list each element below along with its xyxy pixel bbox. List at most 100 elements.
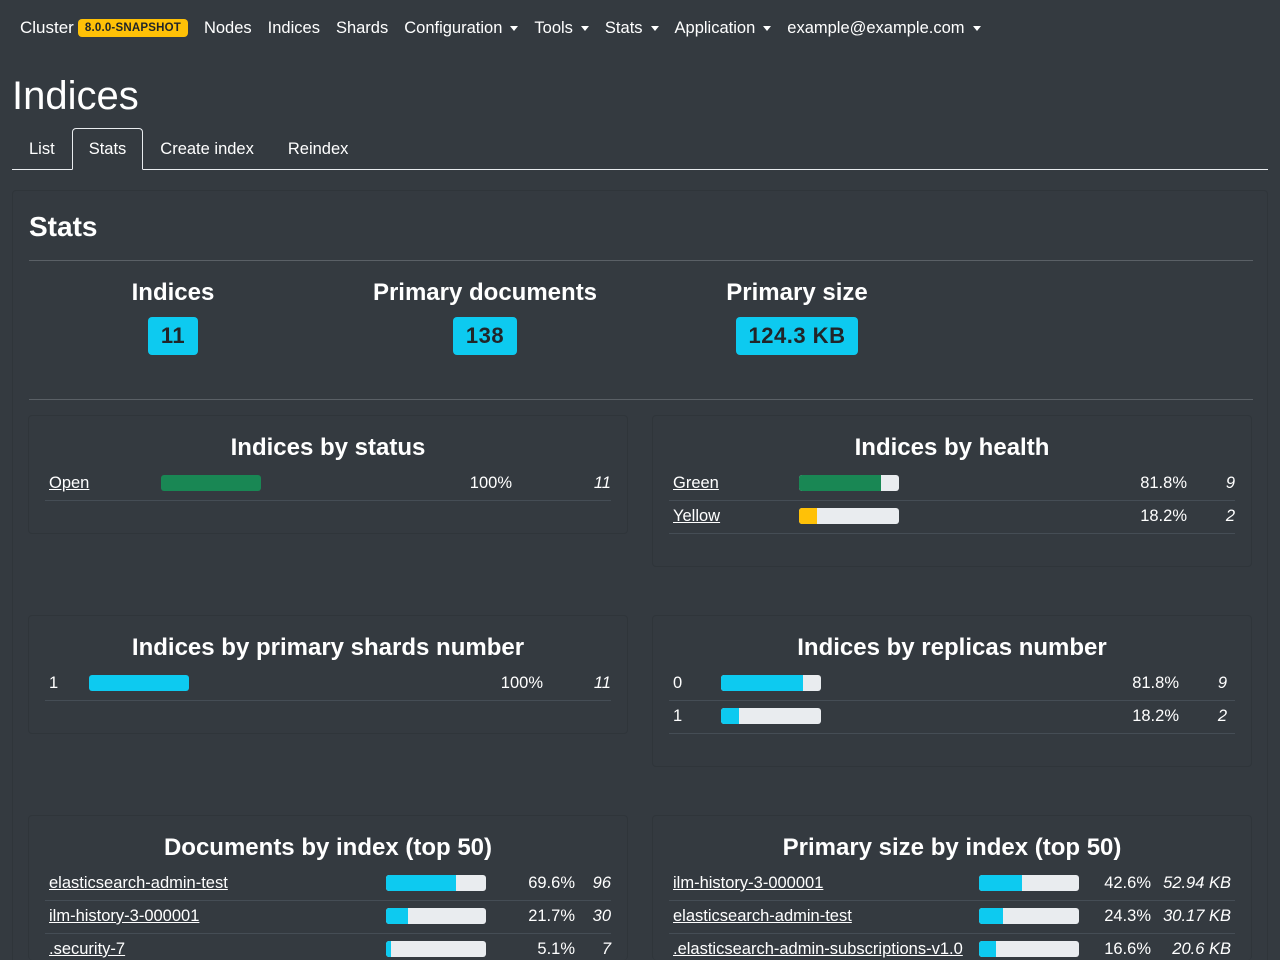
progress-bar [799,475,899,491]
stat-indices: Indices 11 [73,279,273,355]
distribution-list: ilm-history-3-000001 42.6% 52.94 KB elastic… [669,868,1235,960]
row-percent: 5.1% [537,940,575,958]
panel-title: Primary size by index (top 50) [782,834,1122,861]
panel-title: Indices by health [854,434,1050,461]
row-percent: 81.8% [1140,474,1187,492]
distribution-row: Yellow 18.2% 2 [669,501,1235,534]
row-count: 11 [593,474,611,492]
nav-label: Nodes [203,18,252,37]
row-link[interactable]: Open [49,474,89,493]
row-count: 30 [592,907,611,925]
tab-label: Create index [160,139,254,158]
distribution-row: elasticsearch-admin-test 69.6% 96 [45,868,611,901]
distribution-row: 1 100% 11 [45,668,611,701]
tab-reindex[interactable]: Reindex [271,128,366,170]
progress-bar [386,941,486,957]
progress-bar [386,875,486,891]
nav-dropdown-stats[interactable]: Stats [605,19,659,38]
row-count: 20.6 KB [1172,940,1231,958]
nav-label: Configuration [404,18,503,37]
progress-fill [721,708,740,724]
tab-label: List [29,139,55,158]
brand-label: Cluster [20,18,74,37]
distribution-list: 0 81.8% 9 1 18.2% 2 [669,668,1235,734]
progress-fill [386,875,456,891]
nav-dropdown-user[interactable]: example@example.com [787,19,981,38]
row-count: 7 [601,940,611,958]
row-link[interactable]: Green [673,474,719,493]
brand-link[interactable]: Cluster 8.0.0-SNAPSHOT [20,18,188,38]
distribution-row: Green 81.8% 9 [669,468,1235,501]
row-count: 9 [1225,474,1235,492]
row-count: 11 [593,674,611,692]
panel-title: Indices by replicas number [797,634,1107,661]
row-link[interactable]: .elasticsearch-admin-subscriptions-v1.0 [673,940,963,959]
row-percent: 42.6% [1104,874,1151,892]
progress-fill [799,475,881,491]
index-tabs: List Stats Create index Reindex [12,128,1268,170]
version-badge: 8.0.0-SNAPSHOT [77,19,188,37]
stat-label: Indices [131,279,215,306]
panel-indices-by-replicas: Indices by replicas number 0 81.8% 9 1 18.2%… [652,615,1252,767]
nav-dropdown-configuration[interactable]: Configuration [404,18,519,38]
row-count: 96 [592,874,611,892]
row-percent: 100% [500,674,543,692]
row-count: 9 [1217,674,1227,692]
tab-stats[interactable]: Stats [71,128,144,170]
distribution-list: Green 81.8% 9 Yellow 18.2% 2 [669,468,1235,534]
caret-down-icon [580,25,589,31]
row-count: 30.17 KB [1163,907,1231,925]
progress-bar [89,675,189,691]
row-percent: 24.3% [1104,907,1151,925]
nav-dropdown-tools[interactable]: Tools [534,19,589,38]
progress-bar [161,475,261,491]
page-title: Indices [12,74,139,118]
progress-fill [721,675,803,691]
nav-item-nodes[interactable]: Nodes [204,19,252,38]
divider [29,399,1253,400]
stat-value: 138 [452,317,518,355]
distribution-row: 1 18.2% 2 [669,701,1235,734]
progress-fill [979,875,1022,891]
tab-label: Stats [88,139,127,158]
row-link[interactable]: ilm-history-3-000001 [673,874,823,893]
row-link[interactable]: elasticsearch-admin-test [673,907,852,926]
row-link[interactable]: ilm-history-3-000001 [49,907,199,926]
distribution-row: .security-7 5.1% 7 [45,934,611,960]
caret-down-icon [510,25,519,31]
progress-bar [386,908,486,924]
stat-label: Primary size [726,279,868,306]
nav-item-shards[interactable]: Shards [336,19,388,38]
tab-label: Reindex [287,139,349,158]
panel-title: Documents by index (top 50) [163,834,493,861]
panel-indices-by-health: Indices by health Green 81.8% 9 Yellow 18.2%… [652,415,1252,567]
nav-label: Indices [267,18,320,37]
row-percent: 100% [469,474,512,492]
stat-primary-size: Primary size 124.3 KB [647,279,947,355]
row-percent: 18.2% [1140,507,1187,525]
row-percent: 81.8% [1132,674,1179,692]
row-link[interactable]: .security-7 [49,940,125,959]
tab-create-index[interactable]: Create index [143,128,271,170]
nav-label: Tools [534,18,573,37]
row-percent: 21.7% [528,907,575,925]
progress-fill [386,941,392,957]
nav-item-indices[interactable]: Indices [268,19,320,38]
nav-dropdown-application[interactable]: Application [675,19,772,38]
row-link[interactable]: Yellow [673,507,720,526]
nav-label: Application [674,18,756,37]
stats-title: Stats [29,211,98,242]
tab-list[interactable]: List [12,128,72,170]
distribution-row: ilm-history-3-000001 21.7% 30 [45,901,611,934]
progress-bar [721,675,821,691]
progress-bar [979,941,1079,957]
distribution-row: elasticsearch-admin-test 24.3% 30.17 KB [669,901,1235,934]
stat-label: Primary documents [372,279,598,306]
distribution-list: 1 100% 11 [45,668,611,701]
row-percent: 69.6% [528,874,575,892]
row-link[interactable]: elasticsearch-admin-test [49,874,228,893]
row-count: 52.94 KB [1163,874,1231,892]
panel-documents-by-index: Documents by index (top 50) elasticsearc… [28,815,628,960]
progress-fill [799,508,818,524]
caret-down-icon [972,25,981,31]
